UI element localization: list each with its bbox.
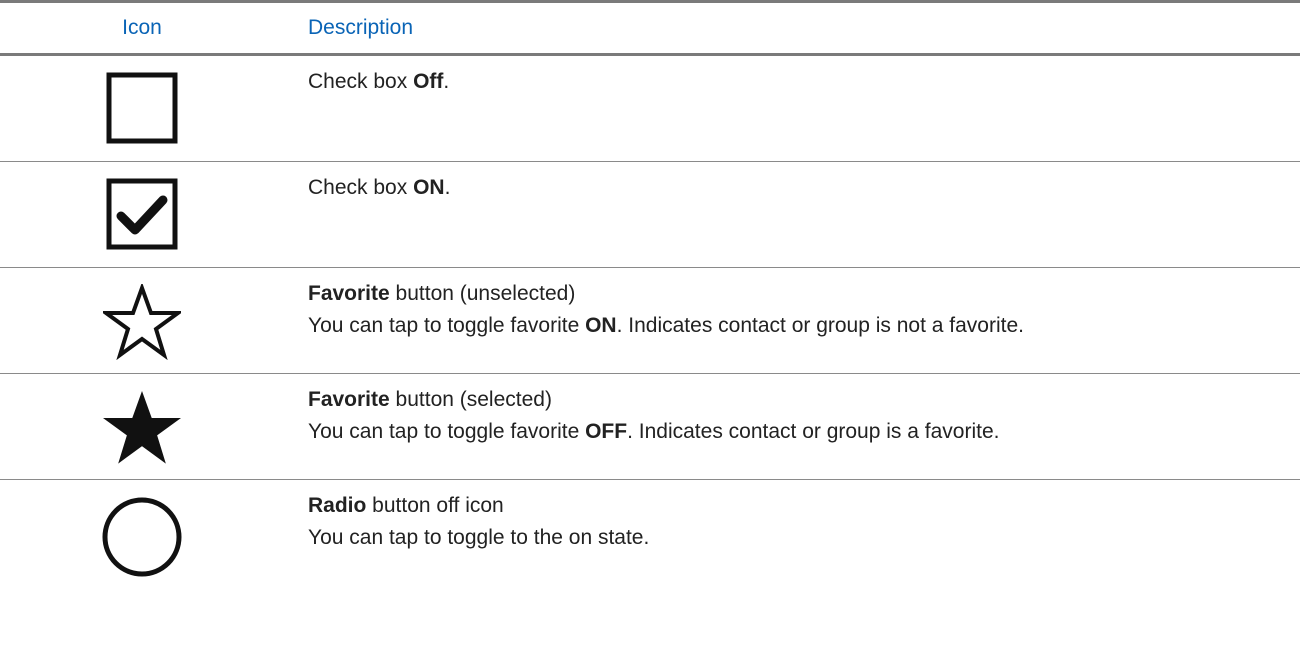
table-header: Icon Description: [0, 3, 1300, 56]
description-cell: Favorite button (selected) You can tap to…: [284, 374, 1300, 479]
table-row: Radio button off icon You can tap to togg…: [0, 480, 1300, 586]
checkbox-off-icon: [106, 72, 178, 144]
description-line: You can tap to toggle favorite ON. Indic…: [308, 310, 1300, 342]
description-line: Check box Off.: [308, 66, 1300, 98]
description-text: Check box: [308, 70, 414, 93]
star-outline-icon: [103, 284, 181, 360]
description-line: Radio button off icon: [308, 490, 1300, 522]
header-icon: Icon: [122, 16, 162, 39]
description-text: button (selected): [389, 388, 552, 411]
description-emphasis: Radio: [308, 494, 367, 517]
description-emphasis: ON: [413, 176, 445, 199]
description-text: You can tap to toggle favorite: [308, 314, 586, 337]
checkbox-on-icon: [106, 178, 178, 250]
description-emphasis: Favorite: [308, 388, 390, 411]
table-row: Check box ON.: [0, 162, 1300, 268]
table-row: Favorite button (unselected) You can tap …: [0, 268, 1300, 374]
description-line: You can tap to toggle favorite OFF. Indi…: [308, 416, 1300, 448]
description-cell: Favorite button (unselected) You can tap …: [284, 268, 1300, 373]
header-description: Description: [308, 16, 414, 39]
description-text: You can tap to toggle to the on state.: [308, 526, 650, 549]
description-cell: Check box ON.: [284, 162, 1300, 267]
description-line: Favorite button (selected): [308, 384, 1300, 416]
table-row: Check box Off.: [0, 56, 1300, 162]
description-text: .: [443, 70, 450, 93]
description-text: You can tap to toggle favorite: [308, 420, 586, 443]
radio-off-icon: [102, 497, 182, 577]
icon-description-table: Icon Description Check box Off. Check bo…: [0, 0, 1300, 586]
description-line: You can tap to toggle to the on state.: [308, 522, 1300, 554]
description-text: . Indicates contact or group is not a fa…: [616, 314, 1024, 337]
description-emphasis: OFF: [585, 420, 628, 443]
description-cell: Radio button off icon You can tap to togg…: [284, 480, 1300, 586]
description-cell: Check box Off.: [284, 56, 1300, 161]
table-row: Favorite button (selected) You can tap to…: [0, 374, 1300, 480]
description-text: . Indicates contact or group is a favori…: [627, 420, 1000, 443]
description-line: Favorite button (unselected): [308, 278, 1300, 310]
description-text: .: [444, 176, 451, 199]
description-text: Check box: [308, 176, 414, 199]
description-text: button off icon: [366, 494, 504, 517]
star-filled-icon: [103, 391, 181, 464]
description-emphasis: Favorite: [308, 282, 390, 305]
description-emphasis: Off: [413, 70, 444, 93]
description-text: button (unselected): [389, 282, 576, 305]
description-line: Check box ON.: [308, 172, 1300, 204]
description-emphasis: ON: [585, 314, 617, 337]
